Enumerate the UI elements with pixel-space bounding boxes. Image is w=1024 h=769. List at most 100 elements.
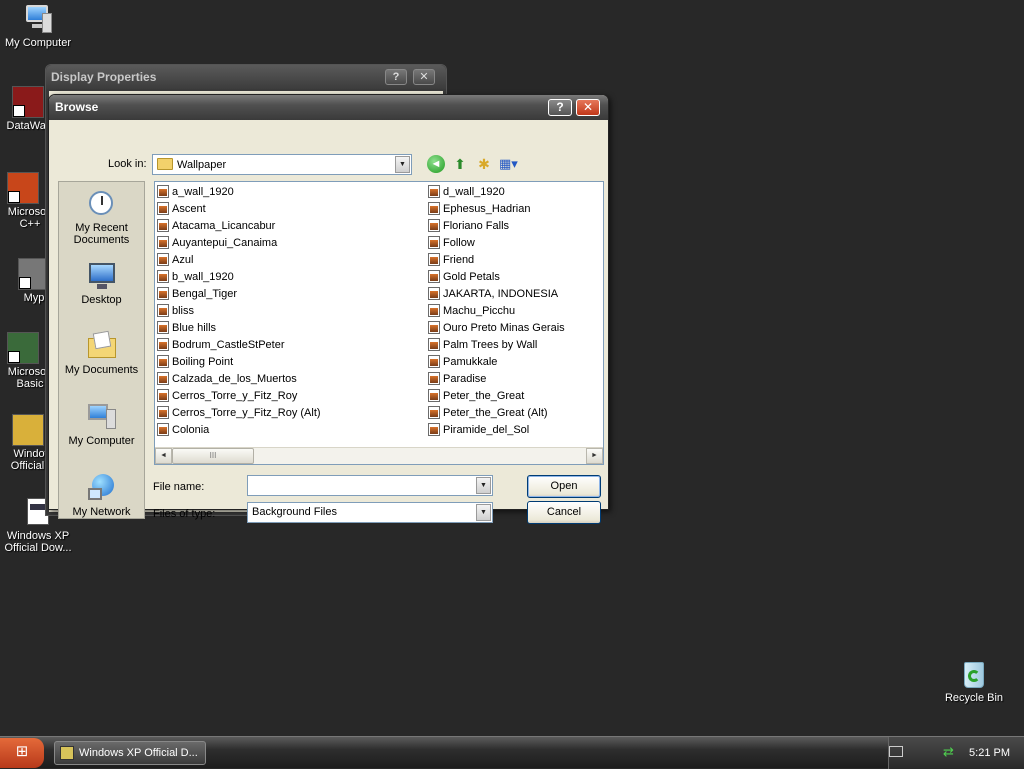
file-name: Peter_the_Great	[443, 390, 525, 402]
chevron-down-icon[interactable]: ▼	[476, 477, 491, 494]
taskbar: ⊞ Windows XP Official D... ⇄ 5:21 PM	[0, 736, 1024, 769]
browse-titlebar[interactable]: Browse	[49, 95, 608, 120]
image-file-icon	[157, 355, 169, 368]
browse-dialog: Browse ? ✕ Look in: Wallpaper ▼ ◄ ⬆ ✱ ▦▾…	[48, 94, 609, 524]
file-name: Peter_the_Great (Alt)	[443, 407, 548, 419]
file-type-label: Files of type:	[153, 508, 216, 520]
microsoft-cpp-icon	[7, 172, 39, 204]
keyboard-icon[interactable]	[889, 746, 903, 757]
place-my-recent-documents[interactable]: My Recent Documents	[59, 188, 144, 246]
view-menu-icon[interactable]: ▦▾	[499, 155, 523, 173]
place-my-computer[interactable]: My Computer	[59, 401, 144, 447]
look-in-combo[interactable]: Wallpaper ▼	[152, 154, 412, 175]
dialog-title: Browse	[55, 100, 99, 114]
new-folder-icon[interactable]: ✱	[475, 155, 493, 173]
list-item[interactable]: Paradise	[428, 371, 565, 388]
close-button[interactable]: ✕	[576, 99, 600, 116]
file-name: d_wall_1920	[443, 186, 505, 198]
list-item[interactable]: Peter_the_Great (Alt)	[428, 405, 565, 422]
close-button[interactable]: ✕	[413, 69, 435, 85]
taskbar-item[interactable]: Windows XP Official D...	[54, 741, 206, 765]
file-name: a_wall_1920	[172, 186, 234, 198]
list-item[interactable]: a_wall_1920	[157, 184, 321, 201]
microsoft-basic-icon	[7, 332, 39, 364]
image-file-icon	[428, 338, 440, 351]
list-item[interactable]: Friend	[428, 252, 565, 269]
list-item[interactable]: Bodrum_CastleStPeter	[157, 337, 321, 354]
image-file-icon	[428, 270, 440, 283]
list-item[interactable]: Gold Petals	[428, 269, 565, 286]
display-properties-titlebar[interactable]: Display Properties ? ✕	[46, 65, 446, 89]
window-title: Display Properties	[51, 70, 157, 84]
file-list[interactable]: a_wall_1920 Ascent Atacama_Licancabur Au…	[154, 181, 604, 465]
list-item[interactable]: Ouro Preto Minas Gerais	[428, 320, 565, 337]
list-item[interactable]: Auyantepui_Canaima	[157, 235, 321, 252]
list-item[interactable]: Floriano Falls	[428, 218, 565, 235]
list-item[interactable]: Blue hills	[157, 320, 321, 337]
image-file-icon	[157, 287, 169, 300]
chevron-down-icon[interactable]: ▼	[395, 156, 410, 173]
list-item[interactable]: Atacama_Licancabur	[157, 218, 321, 235]
datawar-icon	[12, 86, 44, 118]
start-button[interactable]: ⊞	[0, 738, 44, 768]
list-item[interactable]: b_wall_1920	[157, 269, 321, 286]
network-globe-icon	[86, 472, 118, 504]
list-item[interactable]: Peter_the_Great	[428, 388, 565, 405]
image-file-icon	[157, 270, 169, 283]
image-file-icon	[157, 321, 169, 334]
image-file-icon	[157, 372, 169, 385]
list-item[interactable]: Calzada_de_los_Muertos	[157, 371, 321, 388]
list-item[interactable]: d_wall_1920	[428, 184, 565, 201]
up-folder-icon[interactable]: ⬆	[451, 155, 469, 173]
list-item[interactable]: Cerros_Torre_y_Fitz_Roy (Alt)	[157, 405, 321, 422]
image-file-icon	[428, 372, 440, 385]
image-file-icon	[428, 321, 440, 334]
list-item[interactable]: Cerros_Torre_y_Fitz_Roy	[157, 388, 321, 405]
chevron-down-icon[interactable]: ▼	[476, 504, 491, 521]
scroll-left-icon[interactable]: ◄	[155, 448, 172, 464]
scroll-thumb[interactable]: III	[172, 448, 254, 464]
help-button[interactable]: ?	[548, 99, 572, 116]
desktop-icon-my-computer[interactable]: My Computer	[0, 3, 76, 49]
file-name: Bengal_Tiger	[172, 288, 238, 300]
image-file-icon	[157, 185, 169, 198]
list-item[interactable]: Palm Trees by Wall	[428, 337, 565, 354]
list-item[interactable]: Ascent	[157, 201, 321, 218]
list-item[interactable]: JAKARTA, INDONESIA	[428, 286, 565, 303]
list-item[interactable]: Boiling Point	[157, 354, 321, 371]
list-item[interactable]: Piramide_del_Sol	[428, 422, 565, 439]
list-item[interactable]: Ephesus_Hadrian	[428, 201, 565, 218]
network-icon[interactable]: ⇄	[943, 745, 954, 759]
list-item[interactable]: Machu_Picchu	[428, 303, 565, 320]
list-item[interactable]: Follow	[428, 235, 565, 252]
open-button[interactable]: Open	[527, 475, 601, 498]
file-name: Auyantepui_Canaima	[172, 237, 278, 249]
file-name: Gold Petals	[443, 271, 500, 283]
list-item[interactable]: Colonia	[157, 422, 321, 439]
back-arrow-icon[interactable]: ◄	[427, 155, 445, 173]
file-name: Bodrum_CastleStPeter	[172, 339, 285, 351]
image-file-icon	[428, 304, 440, 317]
place-my-documents[interactable]: My Documents	[59, 330, 144, 376]
file-name: Paradise	[443, 373, 487, 385]
list-item[interactable]: Bengal_Tiger	[157, 286, 321, 303]
my-computer-icon	[22, 3, 54, 35]
clock[interactable]: 5:21 PM	[969, 737, 1010, 769]
place-label: My Computer	[68, 435, 135, 447]
file-type-select[interactable]: Background Files ▼	[247, 502, 493, 523]
place-my-network[interactable]: My Network	[59, 472, 144, 518]
horizontal-scrollbar[interactable]: ◄ III ►	[155, 447, 603, 464]
desktop-icon-recycle-bin[interactable]: Recycle Bin	[936, 658, 1012, 704]
file-name-combo[interactable]: ▼	[247, 475, 493, 496]
desktop-icon-label: Recycle Bin	[944, 692, 1004, 704]
list-item[interactable]: bliss	[157, 303, 321, 320]
file-name: JAKARTA, INDONESIA	[443, 288, 559, 300]
image-file-icon	[157, 423, 169, 436]
scroll-right-icon[interactable]: ►	[586, 448, 603, 464]
place-desktop[interactable]: Desktop	[59, 260, 144, 306]
list-item[interactable]: Azul	[157, 252, 321, 269]
list-item[interactable]: Pamukkale	[428, 354, 565, 371]
cancel-button[interactable]: Cancel	[527, 501, 601, 524]
file-column-1: a_wall_1920 Ascent Atacama_Licancabur Au…	[157, 184, 321, 439]
help-button[interactable]: ?	[385, 69, 407, 85]
